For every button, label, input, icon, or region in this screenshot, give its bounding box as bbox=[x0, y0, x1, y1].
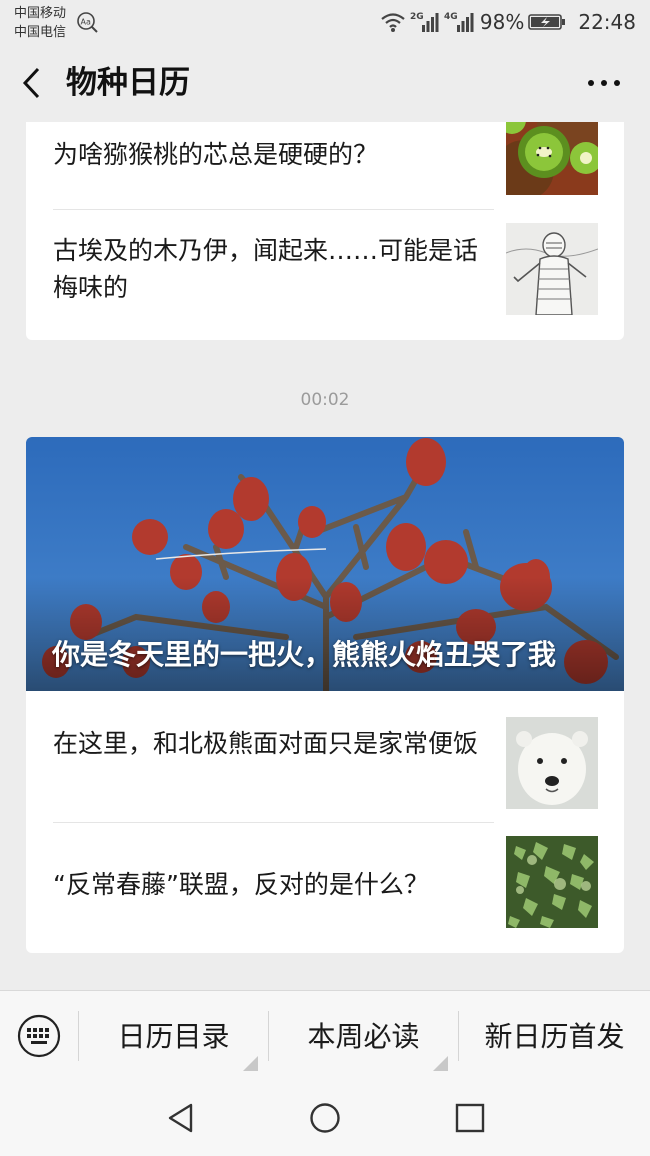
submenu-indicator-icon bbox=[433, 1056, 448, 1071]
article-title: 在这里，和北极熊面对面只是家常便饭 bbox=[53, 729, 479, 758]
article-card-group-1: 为啥猕猴桃的芯总是硬硬的？ 古埃及的木乃伊，闻起来……可能是话梅味的 bbox=[26, 122, 624, 340]
message-timestamp: 00:02 bbox=[300, 390, 350, 410]
signal-4g-icon: 4G bbox=[444, 12, 474, 32]
more-options-icon[interactable] bbox=[586, 78, 622, 88]
back-arrow-icon[interactable] bbox=[18, 66, 46, 100]
battery-percent: 98% bbox=[479, 10, 525, 34]
cover-article[interactable]: 你是冬天里的一把火，熊熊火焰丑哭了我 bbox=[26, 437, 624, 691]
font-size-icon: Aa bbox=[77, 12, 98, 33]
menu-item-label: 日历目录 bbox=[117, 1020, 230, 1053]
official-account-menu: 日历目录 本周必读 新日历首发 bbox=[0, 990, 650, 1078]
home-circle-icon[interactable] bbox=[309, 1102, 341, 1134]
svg-text:Aa: Aa bbox=[81, 18, 91, 27]
article-title: 古埃及的木乃伊，闻起来……可能是话梅味的 bbox=[53, 236, 479, 302]
nav-bar: 物种日历 bbox=[0, 44, 650, 122]
article-item-polar-bear[interactable]: 在这里，和北极熊面对面只是家常便饭 bbox=[26, 691, 624, 822]
ivy-thumbnail bbox=[506, 836, 598, 928]
message-feed[interactable]: 为啥猕猴桃的芯总是硬硬的？ 古埃及的木乃伊，闻起来……可能是话梅味的 00:02… bbox=[0, 122, 650, 990]
back-triangle-icon[interactable] bbox=[166, 1102, 196, 1134]
clock: 22:48 bbox=[578, 10, 636, 34]
battery-charging-icon bbox=[528, 14, 566, 30]
mummy-thumbnail bbox=[506, 223, 598, 315]
wifi-icon bbox=[381, 13, 405, 32]
article-card-group-2: 你是冬天里的一把火，熊熊火焰丑哭了我 在这里，和北极熊面对面只是家常便饭 “反常… bbox=[26, 437, 624, 953]
svg-text:4G: 4G bbox=[444, 12, 458, 22]
article-title: “反常春藤”联盟，反对的是什么？ bbox=[53, 870, 429, 899]
menu-item-new-calendar[interactable]: 新日历首发 bbox=[459, 991, 650, 1079]
article-item-mummy[interactable]: 古埃及的木乃伊，闻起来……可能是话梅味的 bbox=[26, 210, 624, 340]
page-title: 物种日历 bbox=[66, 65, 190, 101]
menu-item-label: 新日历首发 bbox=[484, 1020, 625, 1053]
submenu-indicator-icon bbox=[243, 1056, 258, 1071]
status-indicators: 2G 4G 98% 22:48 bbox=[380, 8, 636, 36]
menu-item-weekly-reads[interactable]: 本周必读 bbox=[269, 991, 458, 1079]
status-bar: 中国移动 中国电信 Aa 2G 4G 98% 22:48 bbox=[0, 0, 650, 44]
carrier-1: 中国移动 bbox=[14, 6, 67, 21]
kiwi-thumbnail bbox=[506, 122, 598, 195]
polar-bear-thumbnail bbox=[506, 717, 598, 809]
carrier-2: 中国电信 bbox=[14, 25, 67, 40]
menu-item-calendar-index[interactable]: 日历目录 bbox=[79, 991, 268, 1079]
recents-square-icon[interactable] bbox=[455, 1103, 485, 1133]
system-navigation-bar bbox=[0, 1078, 650, 1156]
signal-2g-icon: 2G bbox=[410, 12, 439, 32]
svg-text:2G: 2G bbox=[410, 12, 424, 22]
article-title: 为啥猕猴桃的芯总是硬硬的？ bbox=[53, 140, 379, 169]
article-item-kiwi[interactable]: 为啥猕猴桃的芯总是硬硬的？ bbox=[26, 122, 624, 210]
carrier-info: 中国移动 中国电信 bbox=[14, 4, 66, 42]
cover-title: 你是冬天里的一把火，熊熊火焰丑哭了我 bbox=[52, 638, 557, 671]
keyboard-icon[interactable] bbox=[16, 1013, 62, 1059]
article-item-ivy[interactable]: “反常春藤”联盟，反对的是什么？ bbox=[26, 822, 624, 953]
menu-item-label: 本周必读 bbox=[307, 1020, 420, 1053]
